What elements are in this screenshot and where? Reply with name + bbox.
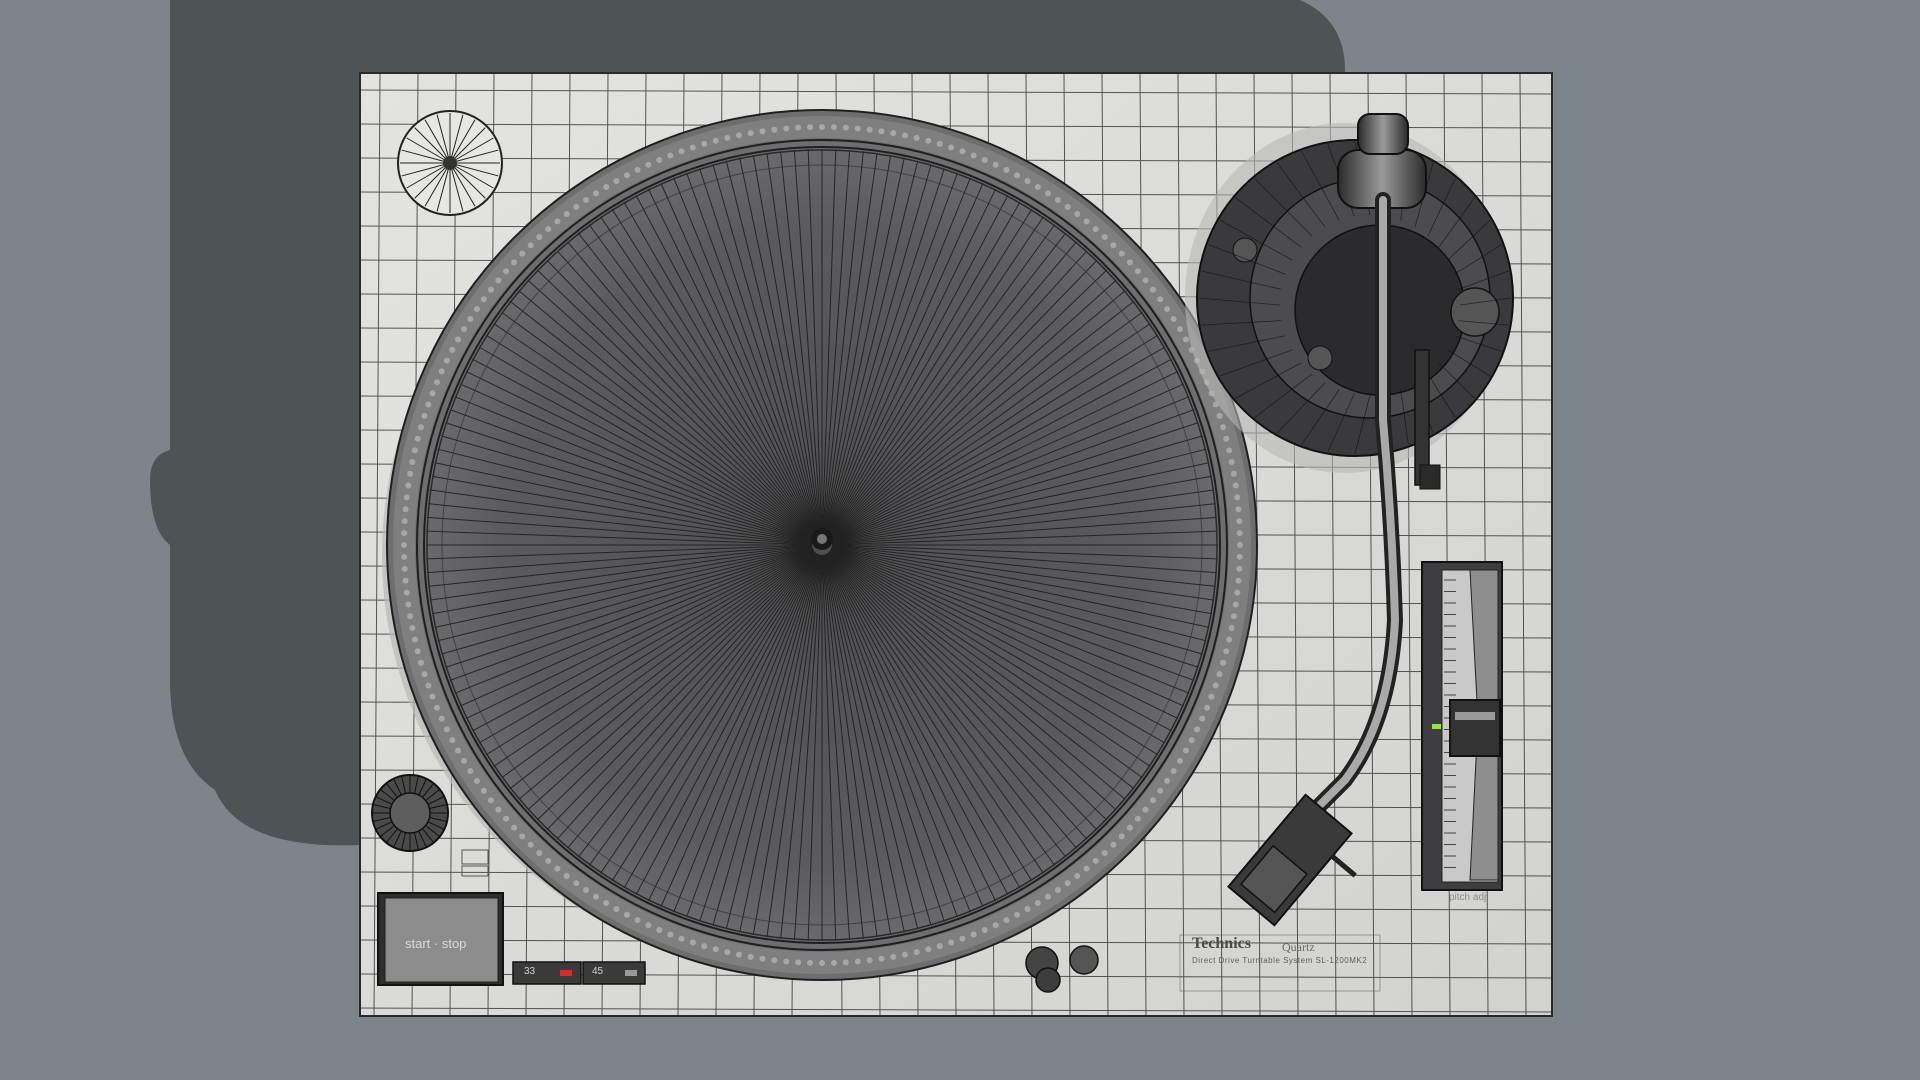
pitch-adj-label: pitch adj bbox=[1449, 892, 1487, 903]
speed-45-label: 45 bbox=[592, 966, 604, 977]
turntable-wireframe-render bbox=[150, 0, 1553, 1017]
start-stop-label: start · stop bbox=[405, 936, 467, 951]
platter[interactable] bbox=[386, 109, 1258, 981]
power-knob-icon[interactable] bbox=[371, 774, 449, 852]
pitch-fader-knob[interactable] bbox=[1449, 699, 1501, 757]
pitch-slider[interactable] bbox=[1421, 561, 1503, 891]
brand-quartz: Quartz bbox=[1282, 940, 1315, 954]
speed-33-label: 33 bbox=[524, 966, 536, 977]
spindle-icon bbox=[811, 528, 833, 550]
model-line: Direct Drive Turntable System SL-1200MK2 bbox=[1192, 956, 1368, 965]
brand-name: Technics bbox=[1192, 935, 1251, 952]
strobe-light-icon bbox=[397, 110, 503, 216]
pitch-led bbox=[1432, 724, 1441, 729]
